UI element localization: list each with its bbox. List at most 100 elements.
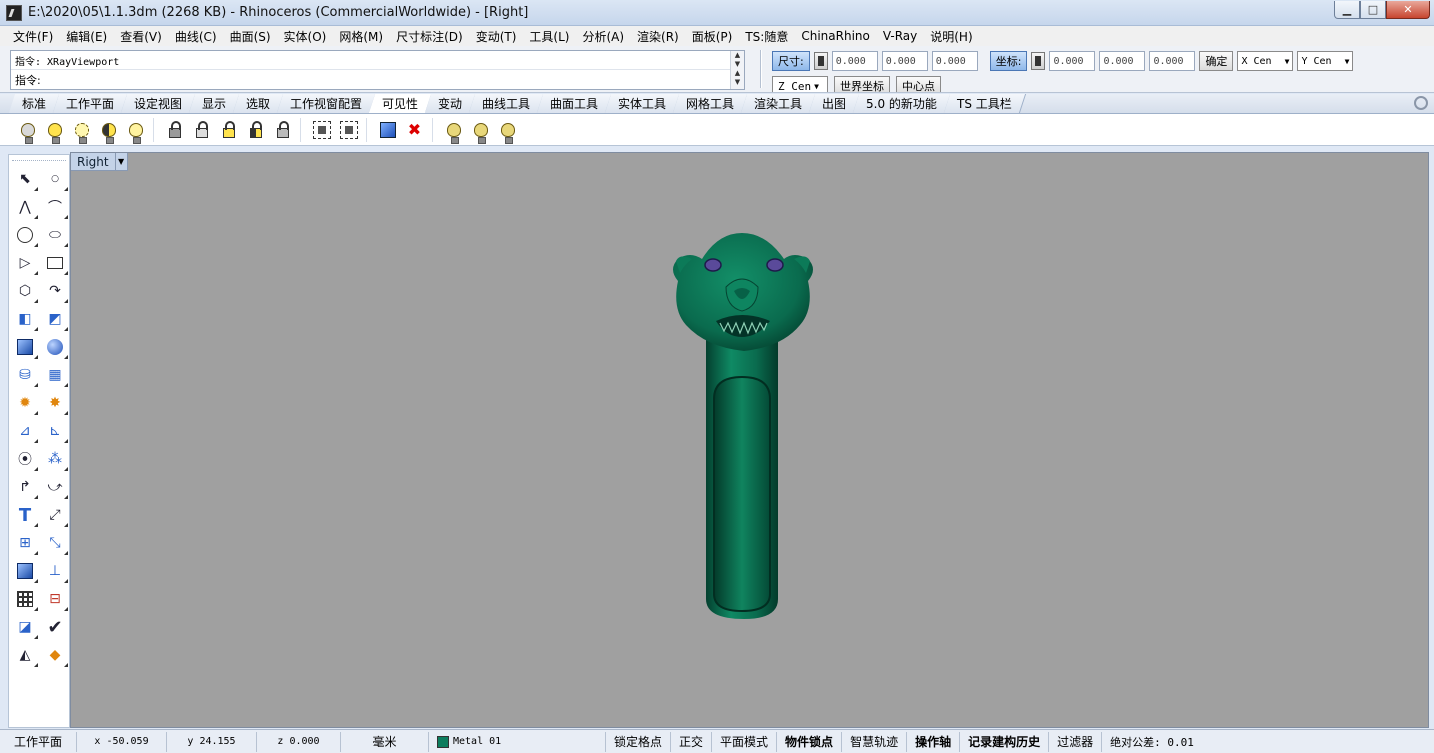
menu-help[interactable]: 说明(H) (923, 28, 978, 45)
extrude-surface-button[interactable]: ◩ (41, 305, 69, 333)
lock-cycle-button[interactable] (269, 117, 296, 143)
size-z-field[interactable]: 0.000 (931, 51, 978, 71)
array-button[interactable]: ⊞ (11, 529, 39, 557)
smarttrack-toggle[interactable]: 智慧轨迹 (842, 731, 908, 752)
size-x-field[interactable]: 0.000 (831, 51, 878, 71)
ortho-toggle[interactable]: 正交 (671, 731, 713, 752)
xray-off-button[interactable]: ✖ (401, 117, 428, 143)
render-button[interactable]: ◭ (11, 641, 39, 669)
hide-objects-button[interactable] (14, 117, 41, 144)
chevron-down-icon[interactable]: ▼ (114, 153, 127, 171)
filter-toggle[interactable]: 过滤器 (1049, 731, 1103, 752)
menu-analyze[interactable]: 分析(A) (575, 28, 630, 45)
tab-surface-tools[interactable]: 曲面工具 (537, 94, 613, 113)
point-button[interactable]: ○ (41, 165, 69, 193)
offset-button[interactable]: ⤻ (41, 473, 69, 501)
show-selected-button[interactable] (68, 117, 95, 144)
scroll-down2-icon[interactable]: ▼ (731, 78, 744, 87)
tab-curve-tools[interactable]: 曲线工具 (469, 94, 545, 113)
check-button[interactable]: ✔ (41, 613, 69, 641)
center-point-button[interactable]: 中心点 (896, 76, 941, 92)
bulb-group3-button[interactable] (494, 117, 521, 144)
unlock-selected-button[interactable] (215, 117, 242, 143)
world-coords-button[interactable]: 世界坐标 (834, 76, 890, 92)
cplane-status[interactable]: 工作平面 (0, 731, 77, 752)
dimension-linear-button[interactable]: ⊥ (41, 557, 69, 585)
select-pointer-button[interactable]: ⬉ (11, 165, 39, 193)
polygon-button[interactable]: ▷ (11, 249, 39, 277)
command-prompt[interactable]: 指令: (11, 70, 744, 89)
close-button[interactable]: ✕ (1386, 1, 1430, 19)
coordinate-button[interactable]: 坐标: (989, 51, 1028, 71)
gear-icon[interactable] (1414, 96, 1428, 110)
box-button[interactable] (11, 333, 39, 361)
minimize-button[interactable]: ▁ (1334, 1, 1360, 19)
command-scrollbar[interactable]: ▲ ▼ ▲ ▼ (730, 51, 744, 89)
tab-new-in-v5[interactable]: 5.0 的新功能 (853, 94, 952, 113)
tab-select[interactable]: 选取 (232, 94, 285, 113)
cylinder-button[interactable]: ⛁ (11, 361, 39, 389)
planar-toggle[interactable]: 平面模式 (712, 731, 778, 752)
coord-z-field[interactable]: 0.000 (1149, 51, 1196, 71)
viewport-title-tab[interactable]: Right ▼ (71, 153, 128, 171)
hide-points-button[interactable] (122, 117, 149, 144)
tab-render-tools[interactable]: 渲染工具 (741, 94, 817, 113)
select-box2-button[interactable] (335, 117, 362, 143)
x-center-select[interactable]: X Cen ▼ (1237, 51, 1294, 71)
tab-display[interactable]: 显示 (188, 94, 241, 113)
menu-ts[interactable]: TS:随意 (738, 28, 794, 45)
z-center-select[interactable]: Z Cen ▼ (772, 76, 828, 92)
confirm-button[interactable]: 确定 (1199, 51, 1234, 71)
material-button[interactable]: ◆ (41, 641, 69, 669)
menu-dimension[interactable]: 尺寸标注(D) (389, 28, 469, 45)
bulb-group2-button[interactable] (467, 117, 494, 144)
hide-swap-button[interactable] (95, 117, 122, 144)
group-button[interactable]: ⁂ (41, 445, 69, 473)
size-button[interactable]: 尺寸: (772, 51, 810, 71)
menu-render[interactable]: 渲染(R) (630, 28, 685, 45)
gears-button[interactable]: ✹ (11, 389, 39, 417)
size-y-field[interactable]: 0.000 (881, 51, 928, 71)
align-button[interactable]: ⊟ (41, 585, 69, 613)
curve-button[interactable]: ⌒ (41, 193, 69, 221)
menu-edit[interactable]: 编辑(E) (59, 28, 113, 45)
record-history-toggle[interactable]: 记录建构历史 (960, 731, 1050, 752)
menu-panels[interactable]: 面板(P) (685, 28, 739, 45)
menu-file[interactable]: 文件(F) (6, 28, 59, 45)
viewport-right[interactable]: Right ▼ (70, 152, 1429, 728)
bulb-group1-button[interactable] (440, 117, 467, 144)
select-box-button[interactable] (308, 117, 335, 143)
tab-solid-tools[interactable]: 实体工具 (605, 94, 681, 113)
circle-button[interactable] (11, 221, 39, 249)
grid-button[interactable] (11, 585, 39, 613)
fillet-button[interactable]: ↱ (11, 473, 39, 501)
scroll-down-icon[interactable]: ▼ (731, 60, 744, 69)
menu-transform[interactable]: 变动(T) (469, 28, 523, 45)
menu-solid[interactable]: 实体(O) (277, 28, 333, 45)
snap-toggle[interactable]: 锁定格点 (606, 731, 672, 752)
rectangle-button[interactable] (41, 249, 69, 277)
tab-standard[interactable]: 标准 (8, 94, 61, 113)
menu-surface[interactable]: 曲面(S) (223, 28, 277, 45)
menu-chinarhino[interactable]: ChinaRhino (794, 29, 876, 43)
coord-y-field[interactable]: 0.000 (1099, 51, 1146, 71)
lock-button[interactable] (161, 117, 188, 143)
scroll-up-icon[interactable]: ▲ (731, 51, 744, 60)
menu-mesh[interactable]: 网格(M) (332, 28, 389, 45)
gumball-toggle[interactable]: 操作轴 (907, 731, 961, 752)
coord-x-field[interactable]: 0.000 (1049, 51, 1096, 71)
unlock-button[interactable] (188, 117, 215, 143)
tab-ts-toolbar[interactable]: TS 工具栏 (944, 94, 1026, 113)
menu-tools[interactable]: 工具(L) (522, 28, 575, 45)
show-objects-button[interactable] (41, 117, 68, 144)
ring-model[interactable] (666, 229, 826, 629)
polyline-button[interactable]: ⋀ (11, 193, 39, 221)
hexagon-button[interactable]: ⬡ (11, 277, 39, 305)
dimension-button[interactable]: ⤢ (41, 501, 69, 529)
ellipse-button[interactable]: ⬭ (41, 221, 69, 249)
menu-view[interactable]: 查看(V) (113, 28, 168, 45)
tab-set-view[interactable]: 设定视图 (120, 94, 197, 113)
rhino-app-icon[interactable] (6, 4, 22, 21)
lock-size-icon[interactable] (813, 52, 828, 70)
lock-swap-button[interactable] (242, 117, 269, 143)
